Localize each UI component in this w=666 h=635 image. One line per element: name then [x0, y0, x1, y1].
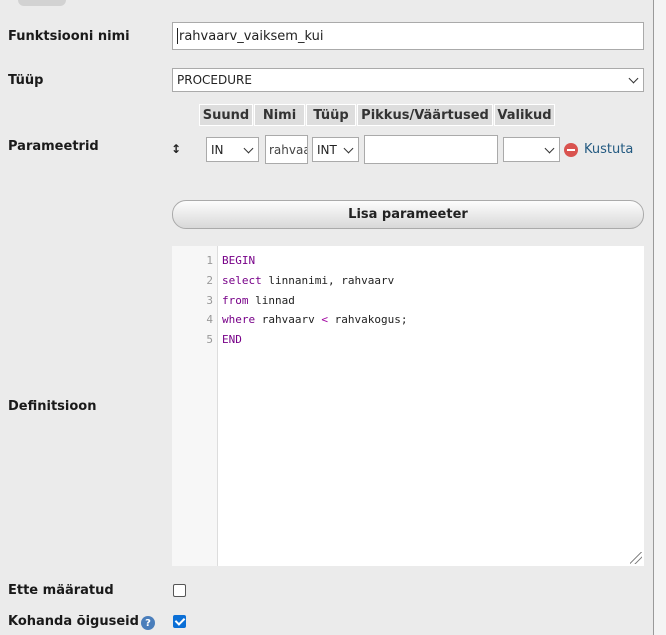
delete-parameter-link[interactable]: Kustuta [584, 142, 633, 157]
code-line: from linnad [222, 294, 295, 307]
param-header-direction: Suund [199, 104, 253, 126]
adjust-privileges-checkbox[interactable] [173, 615, 186, 628]
delete-minus-icon[interactable] [564, 143, 578, 157]
param-name-value: rahvaarv [269, 142, 307, 157]
chevron-down-icon [628, 73, 639, 84]
param-header-name: Nimi [254, 104, 305, 126]
drag-handle-icon[interactable]: ↕ [171, 142, 181, 156]
param-header-length: Pikkus/Väärtused [357, 104, 493, 126]
line-number: 5 [206, 333, 213, 346]
param-direction-select[interactable]: IN [206, 137, 259, 162]
param-header-options: Valikud [494, 104, 555, 126]
definition-label: Definitsioon [8, 399, 97, 414]
scroll-gutter [654, 0, 666, 635]
adjust-privileges-label: Kohanda õiguseid [8, 614, 139, 629]
resize-handle-icon[interactable] [630, 552, 642, 564]
chevron-down-icon [544, 143, 555, 153]
code-line: where rahvaarv < rahvakogus; [222, 313, 408, 326]
help-icon[interactable]: ? [141, 616, 155, 630]
function-name-input[interactable]: rahvaarv_vaiksem_kui [172, 22, 644, 50]
line-number: 1 [206, 254, 213, 267]
param-type-select[interactable]: INT [312, 137, 359, 162]
chevron-down-icon [343, 143, 354, 153]
code-line: select linnanimi, rahvaarv [222, 274, 395, 287]
param-header-type: Tüüp [306, 104, 356, 126]
param-direction-value: IN [211, 142, 224, 157]
param-type-value: INT [317, 142, 337, 157]
function-name-label: Funktsiooni nimi [8, 29, 130, 44]
deterministic-checkbox[interactable] [173, 584, 186, 597]
type-label: Tüüp [8, 73, 44, 88]
param-name-input[interactable]: rahvaarv [265, 135, 308, 164]
chevron-down-icon [243, 143, 254, 153]
param-options-select[interactable] [503, 137, 560, 162]
parameters-label: Parameetrid [8, 139, 99, 154]
line-number: 3 [206, 294, 213, 307]
add-parameter-button[interactable]: Lisa parameeter [172, 200, 644, 229]
top-tab-stub [18, 0, 66, 6]
type-select-value: PROCEDURE [177, 73, 252, 87]
line-number: 4 [206, 313, 213, 326]
line-number: 2 [206, 274, 213, 287]
definition-code-editor[interactable]: 1 2 3 4 5 BEGIN select linnanimi, rahvaa… [172, 246, 644, 566]
deterministic-label: Ette määratud [8, 583, 114, 598]
param-length-input[interactable] [364, 135, 498, 164]
function-name-value: rahvaarv_vaiksem_kui [179, 28, 324, 44]
line-number-gutter: 1 2 3 4 5 [172, 246, 218, 566]
type-select[interactable]: PROCEDURE [172, 68, 644, 92]
text-cursor [177, 28, 178, 44]
code-line: BEGIN [222, 254, 256, 267]
code-line: END [222, 333, 242, 346]
